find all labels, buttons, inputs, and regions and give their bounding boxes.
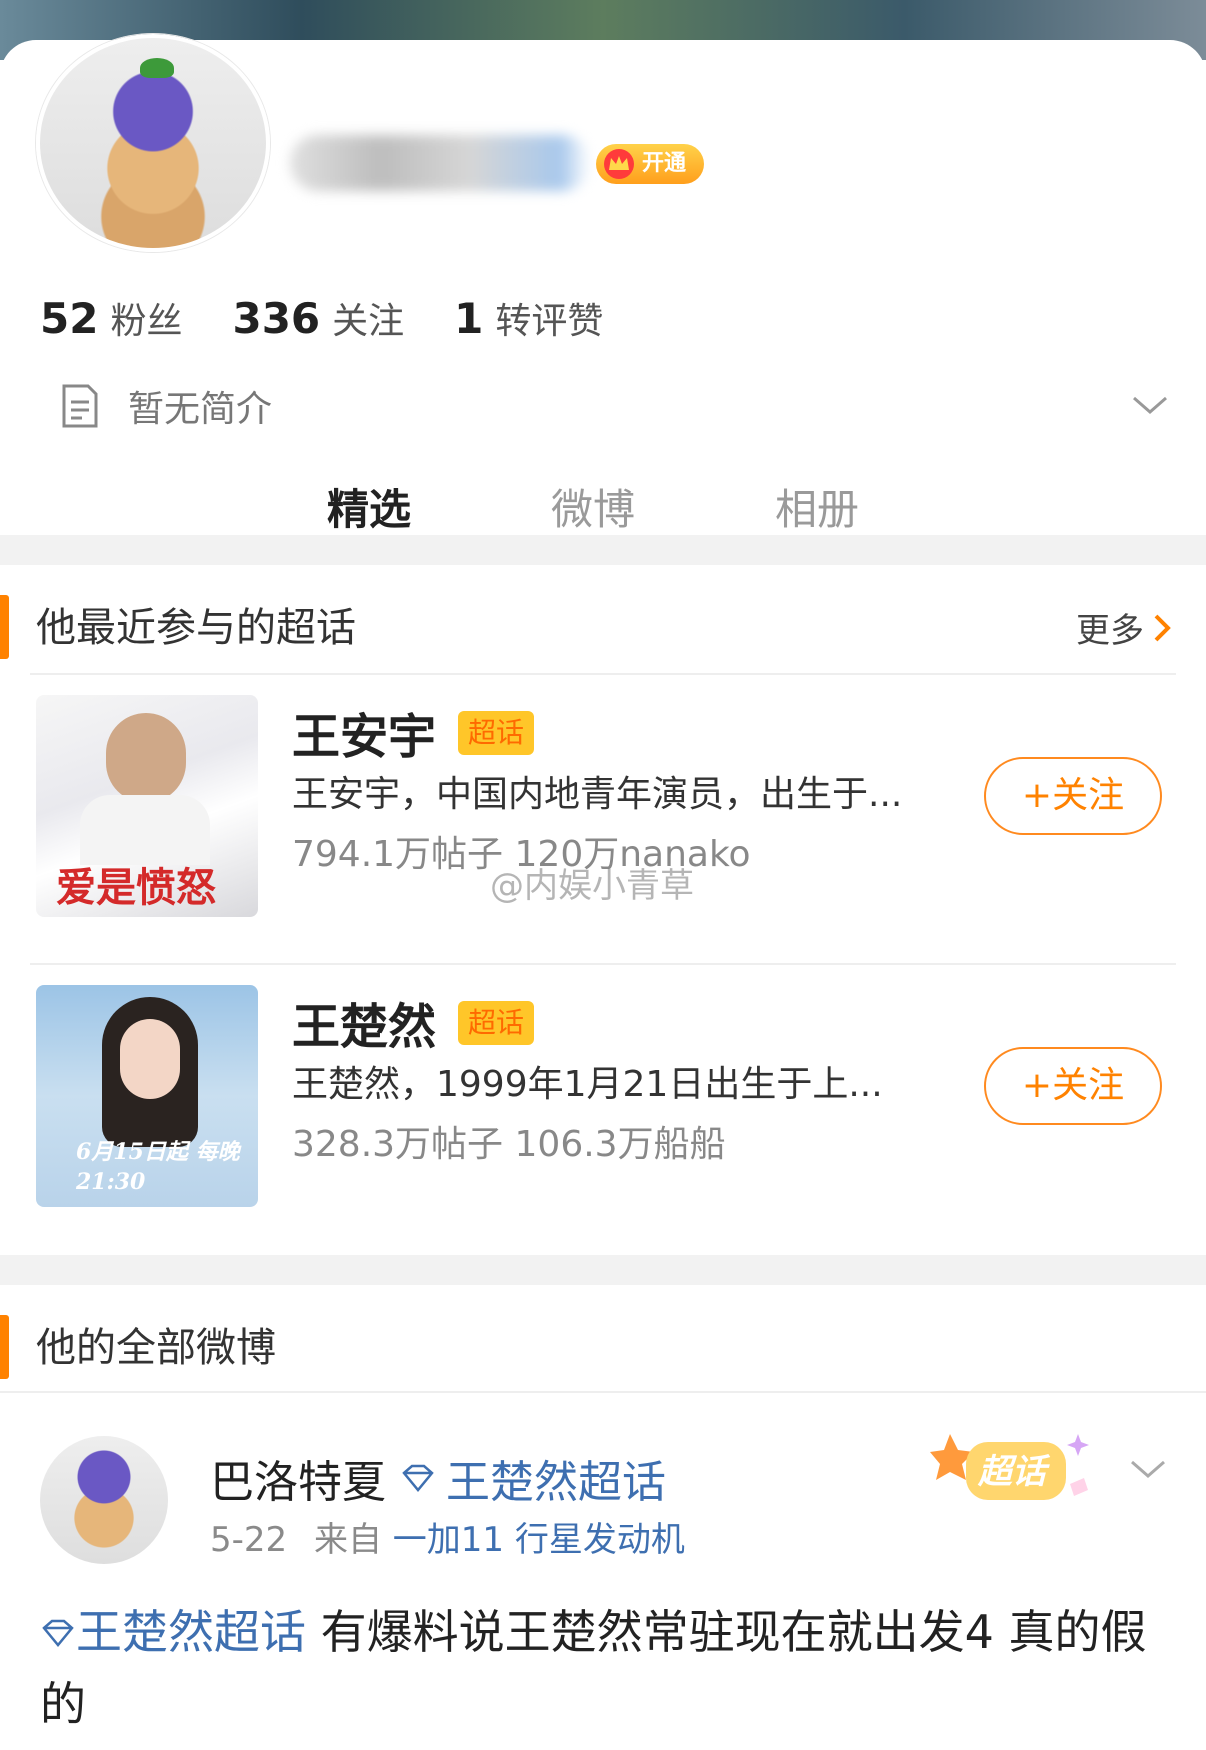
- stat-following-label: 关注: [332, 301, 405, 342]
- section-gap: [0, 535, 1206, 565]
- follow-button[interactable]: +关注: [984, 1047, 1162, 1125]
- post-body-topic-label: 王楚然超话: [76, 1605, 306, 1659]
- more-link[interactable]: 更多: [1076, 603, 1172, 652]
- profile-stats: 52 粉丝 336 关注 1 转评赞: [40, 292, 603, 344]
- post-from-label: 来自: [313, 1520, 382, 1560]
- thumb-caption: 爱是愤怒: [56, 864, 216, 911]
- stat-following[interactable]: 336 关注: [232, 292, 404, 344]
- topic-item[interactable]: 爱是愤怒 王安宇 超话 王安宇，中国内地青年演员，出生于... 794.1万帖子…: [0, 675, 1206, 965]
- all-posts-title: 他的全部微博: [36, 1325, 276, 1371]
- profile-avatar[interactable]: [36, 34, 270, 252]
- super-topics-section: 他最近参与的超话 更多 爱是愤怒 王安宇 超话 王安宇，中国内地青年演员，出生于…: [0, 565, 1206, 1255]
- more-label: 更多: [1076, 611, 1144, 651]
- post-source[interactable]: 一加11 行星发动机: [393, 1520, 685, 1560]
- bio-text: 暂无简介: [128, 389, 273, 430]
- topic-name: 王楚然: [292, 999, 437, 1055]
- post-date: 5-22: [210, 1520, 288, 1560]
- vip-open-badge[interactable]: 开通: [596, 144, 705, 184]
- stat-interactions-label: 转评赞: [495, 301, 604, 342]
- post-author-name[interactable]: 巴洛特夏: [210, 1446, 386, 1510]
- username-blurred: [290, 135, 590, 191]
- thumb-face: [106, 713, 186, 803]
- stat-following-count: 336: [232, 294, 321, 343]
- topic-thumbnail: 6月15日起 每晚21:30: [36, 985, 258, 1207]
- document-icon: [62, 384, 98, 428]
- chevron-down-icon[interactable]: [1128, 1454, 1168, 1484]
- thumb-caption: 6月15日起 每晚21:30: [76, 1139, 240, 1195]
- section-gap: [0, 1255, 1206, 1285]
- bio-row[interactable]: 暂无简介: [60, 380, 1170, 432]
- post-topic-link[interactable]: 王楚然超话: [400, 1446, 666, 1510]
- thumb-face: [120, 1019, 180, 1099]
- follow-button[interactable]: +关注: [984, 757, 1162, 835]
- section-accent-bar: [0, 1315, 9, 1379]
- stat-fans-count: 52: [40, 294, 99, 343]
- divider: [0, 1391, 1206, 1393]
- topic-name: 王安宇: [292, 709, 437, 765]
- chaohua-sticker-label: 超话: [978, 1452, 1046, 1492]
- post-topic-label: 王楚然超话: [446, 1457, 666, 1508]
- topic-stats: 328.3万帖子 106.3万船船: [292, 1124, 726, 1165]
- vip-open-label: 开通: [642, 151, 687, 176]
- section-accent-bar: [0, 595, 9, 659]
- stat-fans[interactable]: 52 粉丝: [40, 292, 182, 344]
- post-meta: 5-22 来自 一加11 行星发动机: [210, 1512, 685, 1561]
- diamond-icon: [42, 1619, 74, 1647]
- diamond-icon: [402, 1464, 434, 1492]
- topic-desc: 王安宇，中国内地青年演员，出生于...: [292, 774, 903, 815]
- super-topics-header: 他最近参与的超话 更多: [0, 565, 1206, 675]
- crown-icon: [604, 149, 634, 179]
- post-body-topic-link[interactable]: 王楚然超话: [40, 1605, 306, 1659]
- super-topics-title: 他最近参与的超话: [36, 605, 356, 651]
- stat-interactions-count: 1: [454, 294, 484, 343]
- stat-fans-label: 粉丝: [110, 301, 183, 342]
- topic-thumbnail: 爱是愤怒: [36, 695, 258, 917]
- tab-weibo-label: 微博: [550, 485, 635, 534]
- topic-item[interactable]: 6月15日起 每晚21:30 王楚然 超话 王楚然，1999年1月21日出生于上…: [0, 965, 1206, 1255]
- chevron-down-icon[interactable]: [1130, 390, 1170, 420]
- topic-desc: 王楚然，1999年1月21日出生于上...: [292, 1064, 883, 1105]
- tab-album-label: 相册: [775, 485, 860, 534]
- chevron-right-icon: [1154, 614, 1171, 641]
- stat-interactions[interactable]: 1 转评赞: [454, 292, 603, 344]
- chaohua-tag: 超话: [458, 711, 535, 755]
- post-body: 王楚然超话 有爆料说王楚然常驻现在就出发4 真的假的: [40, 1596, 1170, 1740]
- chaohua-tag: 超话: [458, 1001, 535, 1045]
- profile-card: 开通 52 粉丝 336 关注 1 转评赞 暂无简介 精选 微博 相册: [0, 34, 1206, 556]
- post-author-avatar[interactable]: [40, 1436, 168, 1564]
- watermark: @内娱小青草: [490, 866, 694, 906]
- all-posts-header: 他的全部微博: [0, 1285, 1206, 1395]
- avatar-leaf-decoration: [140, 58, 174, 78]
- tab-featured-label: 精选: [326, 485, 411, 534]
